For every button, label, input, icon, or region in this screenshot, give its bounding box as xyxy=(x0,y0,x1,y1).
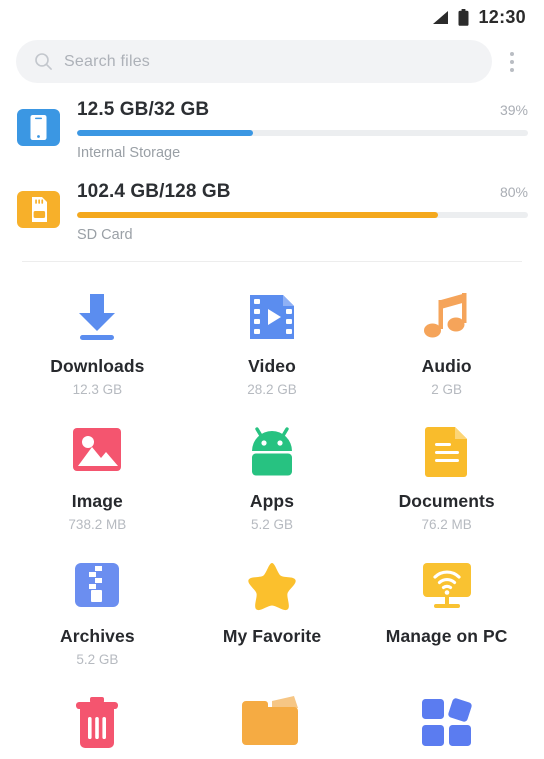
category-label: My Favorite xyxy=(222,626,322,647)
category-size: 738.2 MB xyxy=(68,517,127,533)
category-my-favorite[interactable]: My Favorite xyxy=(185,548,360,677)
storage-progress-fill xyxy=(77,130,253,136)
storage-amount: 12.5 GB/32 GB xyxy=(77,99,210,120)
storage-progress-fill xyxy=(77,212,438,218)
category-more-apps[interactable] xyxy=(359,683,534,759)
category-size: 28.2 GB xyxy=(247,382,297,398)
category-video[interactable]: Video 28.2 GB xyxy=(185,278,360,407)
audio-icon xyxy=(423,293,467,338)
video-icon xyxy=(249,295,294,339)
category-trash[interactable] xyxy=(10,683,185,759)
status-bar-time: 12:30 xyxy=(478,7,526,27)
storage-percent: 80% xyxy=(499,184,528,200)
manage-on-pc-icon xyxy=(422,563,471,609)
storage-row-sdcard[interactable]: 102.4 GB/128 GB 80% SD Card xyxy=(16,179,528,243)
storage-row-internal[interactable]: 12.5 GB/32 GB 39% Internal Storage xyxy=(16,97,528,161)
category-label: Image xyxy=(71,491,123,512)
storage-progress-track xyxy=(77,212,528,218)
archives-icon xyxy=(75,563,120,608)
category-label: Audio xyxy=(421,356,472,376)
search-placeholder: Search files xyxy=(64,52,150,70)
storage-percent: 39% xyxy=(499,102,528,118)
category-label: Apps xyxy=(249,491,295,512)
sd-card-icon xyxy=(17,191,60,228)
battery-icon xyxy=(458,8,469,26)
category-manage-on-pc[interactable]: Manage on PC xyxy=(359,548,534,677)
category-grid: Downloads 12.3 GB Video 28.2 GB Audio 2 … xyxy=(0,262,544,759)
category-size: 5.2 GB xyxy=(76,652,119,668)
more-apps-icon xyxy=(421,698,472,747)
documents-icon xyxy=(424,427,467,478)
category-size: 2 GB xyxy=(431,382,463,398)
category-size: 5.2 GB xyxy=(250,517,293,533)
storage-name: Internal Storage xyxy=(77,145,181,161)
search-row: Search files xyxy=(0,34,544,83)
category-label: Manage on PC xyxy=(385,626,508,647)
storage-name: SD Card xyxy=(77,227,133,243)
category-label: Archives xyxy=(59,626,135,647)
apps-icon xyxy=(251,427,292,476)
category-downloads[interactable]: Downloads 12.3 GB xyxy=(10,278,185,407)
category-label: Downloads xyxy=(50,356,145,376)
internal-storage-icon xyxy=(17,109,60,146)
storage-amount: 102.4 GB/128 GB xyxy=(77,181,231,202)
category-apps[interactable]: Apps 5.2 GB xyxy=(185,413,360,542)
search-icon xyxy=(35,53,52,70)
more-vertical-icon[interactable] xyxy=(492,40,532,83)
status-bar: 12:30 xyxy=(0,0,544,34)
category-size: 12.3 GB xyxy=(72,382,123,398)
category-archives[interactable]: Archives 5.2 GB xyxy=(10,548,185,677)
file-manager-screen: 12:30 Search files 12.5 GB/32 GB 39% Int… xyxy=(0,0,544,759)
storage-section: 12.5 GB/32 GB 39% Internal Storage 102.4… xyxy=(0,83,544,243)
storage-progress-track xyxy=(77,130,528,136)
search-input[interactable]: Search files xyxy=(16,40,492,83)
download-icon xyxy=(79,294,116,340)
folder-icon xyxy=(241,696,298,746)
category-label: Documents xyxy=(398,491,495,512)
star-icon xyxy=(248,563,296,611)
category-size: 76.2 MB xyxy=(421,517,472,533)
signal-icon xyxy=(433,10,449,24)
category-audio[interactable]: Audio 2 GB xyxy=(359,278,534,407)
category-folder[interactable] xyxy=(185,683,360,759)
category-image[interactable]: Image 738.2 MB xyxy=(10,413,185,542)
image-icon xyxy=(73,428,122,472)
trash-icon xyxy=(76,697,119,749)
category-documents[interactable]: Documents 76.2 MB xyxy=(359,413,534,542)
category-label: Video xyxy=(248,356,296,376)
